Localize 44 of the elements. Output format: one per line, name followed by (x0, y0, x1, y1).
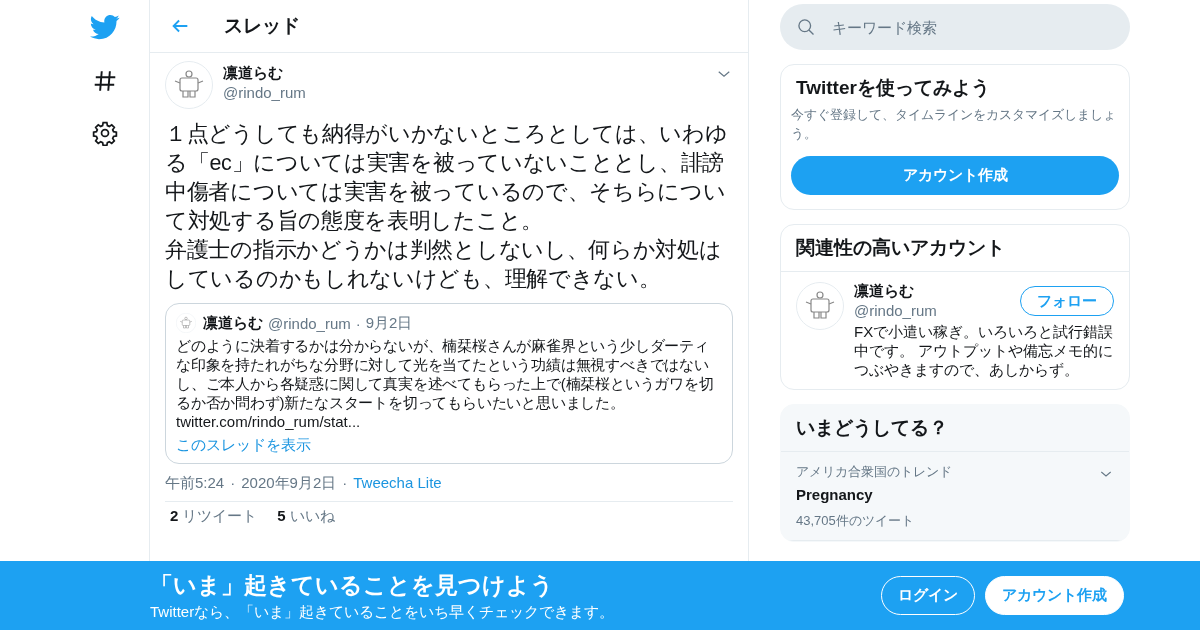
user-name[interactable]: 凛道らむ (223, 64, 705, 83)
user-handle[interactable]: @rindo_rum (223, 84, 705, 101)
tweet-paragraph: １点どうしても納得がいかないところとしては、いわゆる「ec」については実害を被っていないこととし、誹謗中傷者については実害を被っているので、そちらについて対処する旨の態度を表明したこと。 (165, 121, 729, 235)
bird-icon[interactable] (89, 12, 120, 42)
login-button[interactable]: ログイン (881, 576, 975, 615)
follow-button[interactable]: フォロー (1020, 286, 1114, 316)
card-text: 今すぐ登録して、タイムラインをカスタマイズしましょう。 (790, 106, 1117, 143)
search-input[interactable]: キーワード検索 (830, 17, 1094, 37)
tweet-count: 43,705件のツイート (796, 512, 915, 530)
user-name[interactable]: 凛道らむ (854, 282, 937, 301)
separator-dot: · (342, 474, 348, 493)
tweet-paragraph: 弁護士の指示かどうかは判然としないし、何らか対処はしているのかもしれないけども、理解できない。 (165, 237, 723, 293)
tweet-time: 午前5:24 (165, 474, 225, 493)
stat-label[interactable]: いいね (289, 507, 335, 526)
quote-user-handle: @rindo_rum (268, 314, 351, 332)
stat-count: 2 (170, 507, 179, 526)
tweet-date: 2020年9月2日 (241, 474, 337, 493)
source-link[interactable]: Tweecha Lite (353, 474, 442, 493)
quoted-tweet[interactable] (165, 303, 733, 464)
quote-date: 9月2日 (365, 313, 413, 333)
user-handle[interactable]: @rindo_rum (854, 302, 937, 319)
separator-dot: · (230, 474, 236, 493)
page-title: スレッド (224, 14, 300, 38)
settings-icon[interactable] (91, 120, 118, 146)
card-title: いまどうしてる？ (781, 405, 1129, 452)
quote-text: どのように決着するかは分からないが、楠栞桜さんが麻雀界という少しダーティな印象を持たれがちな分野に対して光を当てたという功績は無視すべきではないし、ご本人から各疑惑に関して真実を述べてもらった上で(楠栞桜というガワを切るか否か問わず)新たなスタートを切ってもらいたいと思いました。 (176, 336, 715, 412)
quote-user-name: 凛道らむ (203, 313, 263, 333)
trend-context: アメリカ合衆国のトレンド (796, 463, 952, 481)
banner-subtitle: Twitterなら、「いま」起きていることをいち早くチェックできます。 (150, 602, 615, 622)
trend-item[interactable]: アメリカ合衆国のトレンド Pregnancy 43,705件のツイート (781, 452, 1129, 541)
user-bio: FXで小遣い稼ぎ。いろいろと試行錯誤中です。 アウトプットや備忘メモ的につぶやきますので、あしからず。 (854, 322, 1114, 379)
quote-link[interactable]: twitter.com/rindo_rum/stat... (176, 412, 722, 432)
search-icon (796, 17, 816, 37)
separator-dot: · (355, 314, 361, 332)
card-title: 関連性の高いアカウント (781, 225, 1129, 272)
show-thread-link[interactable]: このスレッドを表示 (176, 436, 722, 455)
stat-count: 5 (277, 507, 286, 526)
signup-button[interactable]: アカウント作成 (791, 156, 1119, 195)
banner-title: 「いま」起きていることを見つけよう (150, 570, 555, 600)
card-title: Twitterを使ってみよう (795, 76, 991, 100)
search-field[interactable]: キーワード検索 (780, 4, 1130, 50)
stat-label[interactable]: リツイート (182, 507, 258, 526)
trend-topic: Pregnancy (796, 486, 874, 503)
signup-button[interactable]: アカウント作成 (985, 576, 1124, 615)
